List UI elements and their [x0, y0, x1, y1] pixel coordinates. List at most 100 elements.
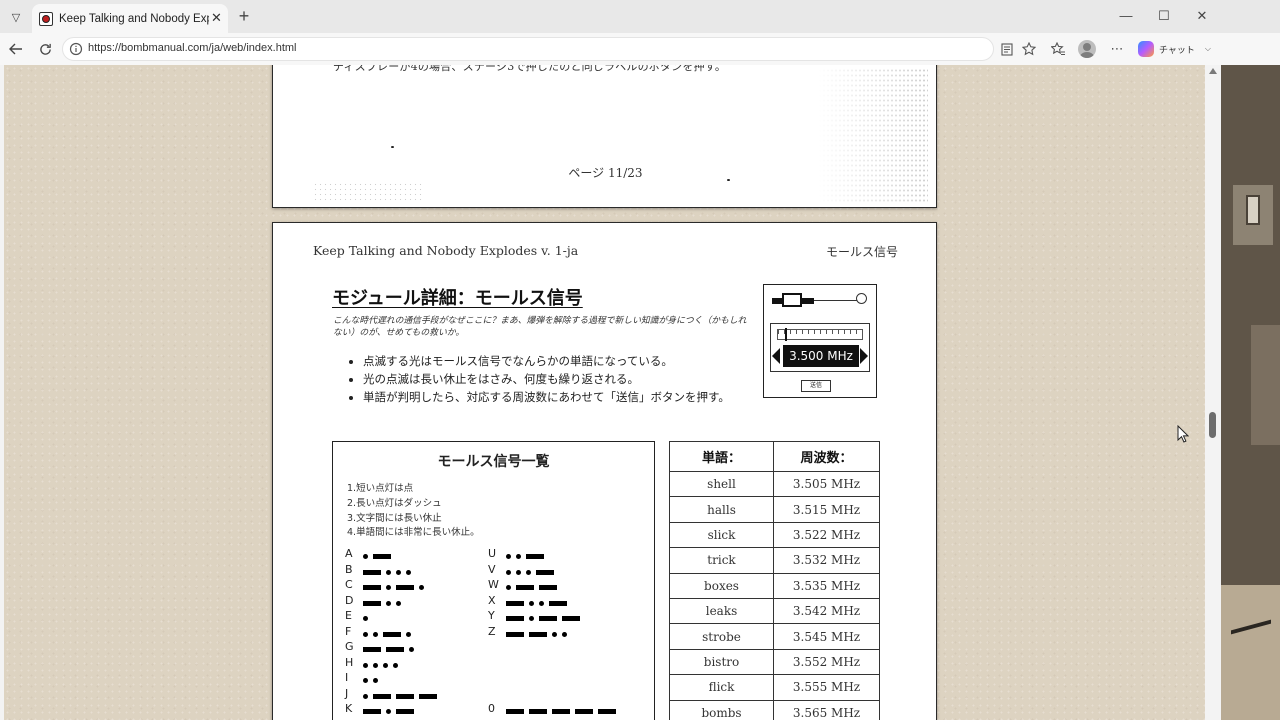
morse-letter: K: [345, 702, 353, 715]
morse-dot: [363, 693, 368, 699]
page-text: ディスプレーが4の場合、ステージ3で押したのと同じラベルのボタンを押す。: [333, 65, 727, 73]
morse-dash: [549, 600, 567, 606]
morse-dot: [529, 600, 534, 606]
back-arrow-icon: [9, 43, 22, 55]
morse-dot: [406, 631, 411, 637]
favorites-icon[interactable]: [1049, 40, 1067, 58]
new-tab-button[interactable]: +: [234, 6, 254, 26]
word-cell: flick: [669, 674, 774, 701]
morse-dot: [516, 554, 521, 559]
word-cell: bistro: [669, 648, 774, 676]
morse-dash: [383, 631, 401, 637]
morse-dot: [506, 569, 511, 575]
morse-dash: [373, 693, 391, 699]
morse-dot: [539, 600, 544, 606]
maximize-button[interactable]: ☐: [1152, 5, 1176, 27]
address-bar[interactable]: https://bombmanual.com/ja/web/index.html: [62, 37, 994, 61]
vertical-scrollbar[interactable]: [1205, 65, 1221, 720]
scroll-up-arrow-icon[interactable]: [1209, 68, 1217, 74]
tab-actions-menu-button[interactable]: ▽: [4, 6, 28, 28]
morse-dash: [363, 569, 381, 575]
frequency-table: 単語： 周波数： shell 3.505 MHz halls 3.515 MHz sli…: [669, 441, 880, 720]
frequency-cell: 3.545 MHz: [773, 623, 880, 650]
morse-code-chart: モールス信号一覧 1.短い点灯は点 2.長い点灯はダッシュ 3.文字間には長い休…: [332, 441, 655, 720]
profile-avatar[interactable]: [1078, 40, 1096, 58]
morse-dot: [506, 554, 511, 559]
morse-letter: A: [345, 547, 353, 560]
back-button[interactable]: [5, 38, 27, 60]
morse-dot: [386, 569, 391, 575]
favorite-star-icon[interactable]: [1020, 40, 1038, 58]
frequency-cell: 3.542 MHz: [773, 597, 880, 625]
paper-noise: [313, 182, 423, 202]
reload-button[interactable]: [34, 38, 56, 60]
frequency-scale: [777, 329, 863, 340]
flavor-text: こんな時代遅れの通信手段がなぜここに？まあ、爆弾を解除する過程で新しい知識が身に…: [333, 316, 747, 338]
morse-dash: [516, 585, 534, 590]
frequency-panel: 3.500 MHz: [770, 323, 870, 372]
morse-rule: 4.単語間には非常に長い休止。: [347, 527, 480, 539]
morse-dash: [562, 616, 580, 621]
frequency-cell: 3.552 MHz: [773, 648, 880, 676]
minimize-button[interactable]: —: [1114, 5, 1138, 27]
morse-dot: [506, 585, 511, 590]
frequency-needle: [785, 328, 787, 341]
table-row: bistro 3.552 MHz: [669, 648, 880, 676]
paper-noise: [818, 68, 928, 204]
morse-letter: J: [345, 686, 349, 700]
morse-rule: 2.長い点灯はダッシュ: [347, 497, 442, 509]
morse-dash: [526, 554, 544, 559]
morse-letter: X: [488, 593, 496, 607]
table-row: trick 3.532 MHz: [669, 547, 880, 574]
morse-letter: Z: [488, 624, 496, 638]
morse-dash: [363, 709, 381, 714]
morse-dash: [363, 600, 381, 606]
module-title: モジュール詳細：モールス信号: [332, 288, 583, 309]
page-number: ページ 11/23: [568, 166, 643, 180]
copilot-button[interactable]: チャット ⌵: [1138, 40, 1213, 58]
morse-dash: [539, 616, 557, 621]
morse-dot: [386, 709, 391, 714]
morse-symbols: [506, 699, 621, 718]
morse-letter: D: [345, 593, 354, 607]
frequency-cell: 3.532 MHz: [773, 547, 880, 574]
tab-title: Keep Talking and Nobody Explode: [59, 12, 209, 25]
morse-dash: [419, 693, 437, 699]
transmit-label: 送信: [801, 380, 831, 392]
scrollbar-thumb[interactable]: [1209, 412, 1216, 438]
morse-dot: [363, 631, 368, 637]
morse-code-row: Z: [488, 624, 572, 639]
morse-dash: [373, 554, 391, 559]
morse-dot: [409, 647, 414, 652]
site-info-icon[interactable]: [69, 42, 83, 56]
instruction-list: 点滅する光はモールス信号でなんらかの単語になっている。 光の点滅は長い休止をはさ…: [348, 352, 748, 406]
table-row: leaks 3.542 MHz: [669, 597, 880, 625]
column-header-frequency: 周波数：: [773, 441, 880, 472]
url-text[interactable]: https://bombmanual.com/ja/web/index.html: [88, 42, 297, 54]
morse-dash: [575, 709, 593, 714]
more-options-icon[interactable]: ⋯: [1108, 40, 1126, 58]
close-window-button[interactable]: ✕: [1190, 5, 1214, 27]
morse-rules: 1.短い点灯は点 2.長い点灯はダッシュ 3.文字間には長い休止 4.単語間には…: [347, 482, 480, 541]
page-viewport[interactable]: ディスプレーが4の場合、ステージ3で押したのと同じラベルのボタンを押す。 ページ…: [4, 65, 1205, 720]
morse-letter: Y: [488, 609, 495, 622]
morse-letter: I: [345, 671, 349, 684]
manual-page-11: ディスプレーが4の場合、ステージ3で押したのと同じラベルのボタンを押す。 ページ…: [272, 65, 937, 208]
table-row: boxes 3.535 MHz: [669, 572, 880, 599]
morse-dot: [386, 600, 391, 606]
morse-dash: [506, 616, 524, 621]
morse-letter: G: [345, 640, 354, 653]
reading-view-icon[interactable]: [998, 40, 1016, 58]
frequency-cell: 3.505 MHz: [773, 470, 880, 498]
morse-dash: [386, 647, 404, 652]
morse-dash: [396, 709, 414, 714]
active-tab[interactable]: Keep Talking and Nobody Explode ✕: [32, 4, 228, 33]
manual-page-12: Keep Talking and Nobody Explodes v. 1-ja…: [272, 222, 937, 720]
tab-close-icon[interactable]: ✕: [211, 11, 222, 26]
morse-dot: [552, 631, 557, 637]
morse-dash: [552, 709, 570, 714]
word-cell: slick: [669, 521, 774, 549]
chevron-down-icon[interactable]: ⌵: [1205, 44, 1211, 54]
page-header-right: モールス信号: [825, 245, 898, 259]
word-cell: bombs: [669, 699, 774, 720]
